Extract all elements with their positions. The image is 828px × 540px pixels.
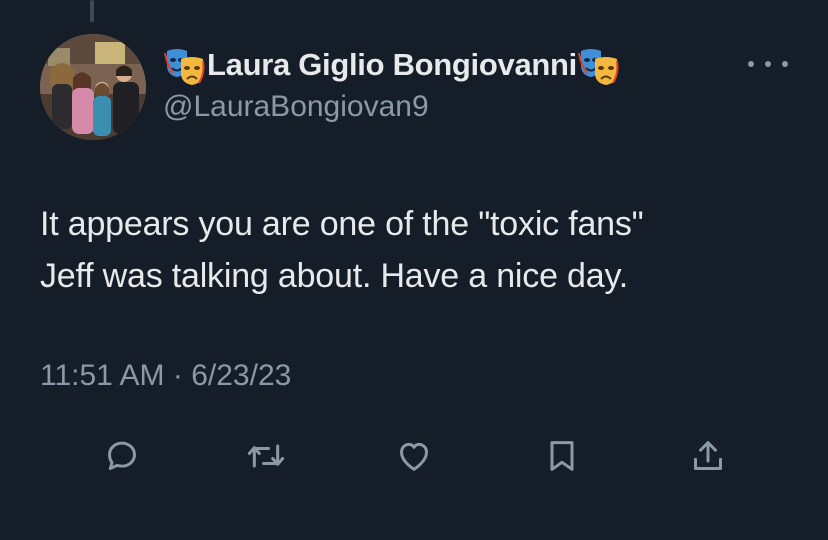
author-name[interactable]: Laura Giglio Bongiovanni	[207, 47, 577, 83]
heart-icon	[400, 442, 428, 471]
reply-icon	[108, 441, 136, 470]
more-options-button[interactable]	[748, 52, 788, 76]
tweet-text-line: It appears you are one of the "toxic fan…	[40, 205, 644, 243]
bookmark-icon	[550, 441, 574, 471]
retweet-button[interactable]	[244, 434, 288, 478]
tweet-text-line: Jeff was talking about. Have a nice day.	[40, 257, 628, 295]
avatar-photo	[40, 34, 146, 140]
thread-connector-line	[90, 0, 94, 22]
avatar[interactable]	[40, 34, 146, 140]
tweet-timestamp[interactable]: 11:51 AM · 6/23/23	[40, 359, 291, 393]
tweet-text: It appears you are one of the "toxic fan…	[40, 198, 800, 302]
bookmark-button[interactable]	[540, 434, 584, 478]
like-button[interactable]	[392, 434, 436, 478]
reply-button[interactable]	[100, 434, 144, 478]
more-dot-icon	[782, 61, 788, 67]
retweet-icon	[247, 444, 285, 468]
tweet-date: 6/23/23	[191, 359, 292, 392]
author-handle[interactable]: @LauraBongiovan9	[163, 90, 429, 124]
performing-arts-icon	[577, 43, 621, 87]
share-icon	[694, 441, 722, 470]
performing-arts-icon	[163, 43, 207, 87]
share-button[interactable]	[686, 434, 730, 478]
meta-separator: ·	[172, 359, 183, 392]
more-dot-icon	[748, 61, 754, 67]
author-name-row[interactable]: Laura Giglio Bongiovanni	[163, 40, 621, 90]
tweet-time: 11:51 AM	[40, 359, 165, 392]
more-dot-icon	[765, 61, 771, 67]
